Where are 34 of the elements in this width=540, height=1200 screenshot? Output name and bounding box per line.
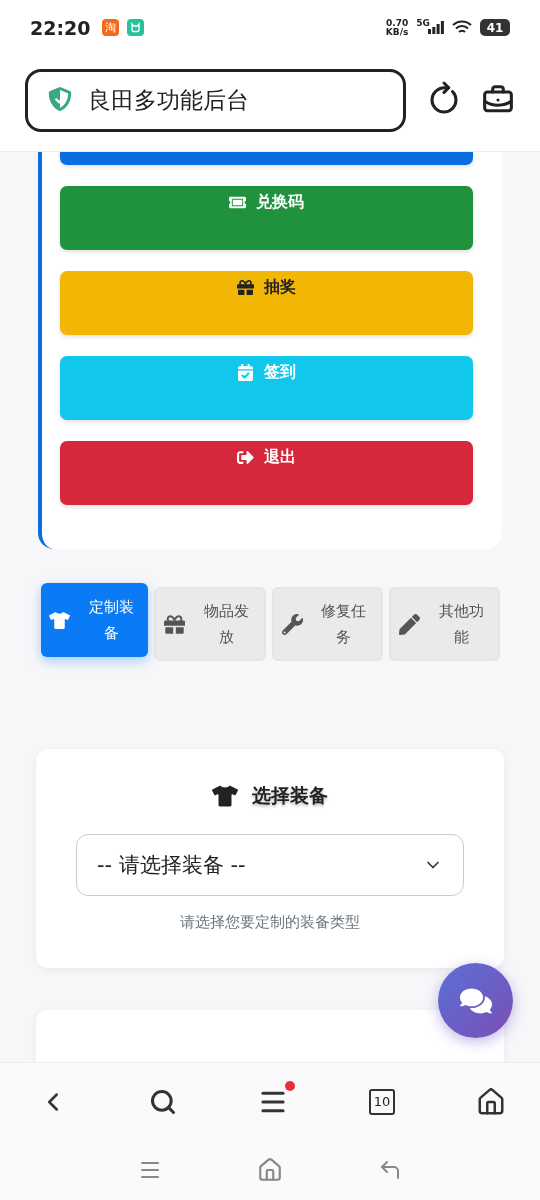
home-icon[interactable] xyxy=(476,1086,506,1117)
action-button[interactable]: 兑换码 xyxy=(60,186,473,250)
tab-count[interactable]: 10 xyxy=(369,1088,395,1115)
gift-icon xyxy=(237,279,254,296)
status-time: 22:20 xyxy=(30,16,91,39)
function-tab[interactable]: 修复任务 xyxy=(271,587,383,661)
address-bar[interactable]: 良田多功能后台 xyxy=(25,68,406,132)
tshirt-icon xyxy=(212,783,238,809)
net-speed: 0.70 xyxy=(386,18,409,28)
pen-icon xyxy=(398,613,420,635)
action-button[interactable]: 退出 xyxy=(60,441,473,505)
wrench-icon xyxy=(281,613,303,635)
function-tab[interactable]: 其他功能 xyxy=(388,587,500,661)
equipment-select[interactable]: -- 请选择装备 -- xyxy=(76,834,464,896)
gift-icon xyxy=(164,613,186,635)
page-title: 良田多功能后台 xyxy=(88,85,249,115)
shopping-app-icon: 淘 xyxy=(102,19,120,36)
ticket-icon xyxy=(229,194,246,211)
sign-out-icon xyxy=(237,449,254,466)
card-title: 选择装备 xyxy=(252,783,328,808)
calendar-check-icon xyxy=(237,364,254,381)
function-tab[interactable]: 定制装备 xyxy=(41,583,149,657)
search-icon[interactable] xyxy=(149,1087,177,1116)
cat-app-icon xyxy=(127,19,145,36)
network-type: 5G xyxy=(416,17,430,28)
battery-level: 41 xyxy=(480,19,510,36)
help-text: 请选择您要定制的装备类型 xyxy=(180,913,360,932)
function-tab[interactable]: 物品发放 xyxy=(154,587,266,661)
action-button[interactable]: 抽奖 xyxy=(60,271,473,335)
net-speed-unit: KB/s xyxy=(385,27,409,37)
wifi-icon xyxy=(452,20,472,35)
shield-check-icon xyxy=(48,87,72,113)
signal-icon xyxy=(428,21,444,34)
tshirt-icon xyxy=(49,609,70,631)
